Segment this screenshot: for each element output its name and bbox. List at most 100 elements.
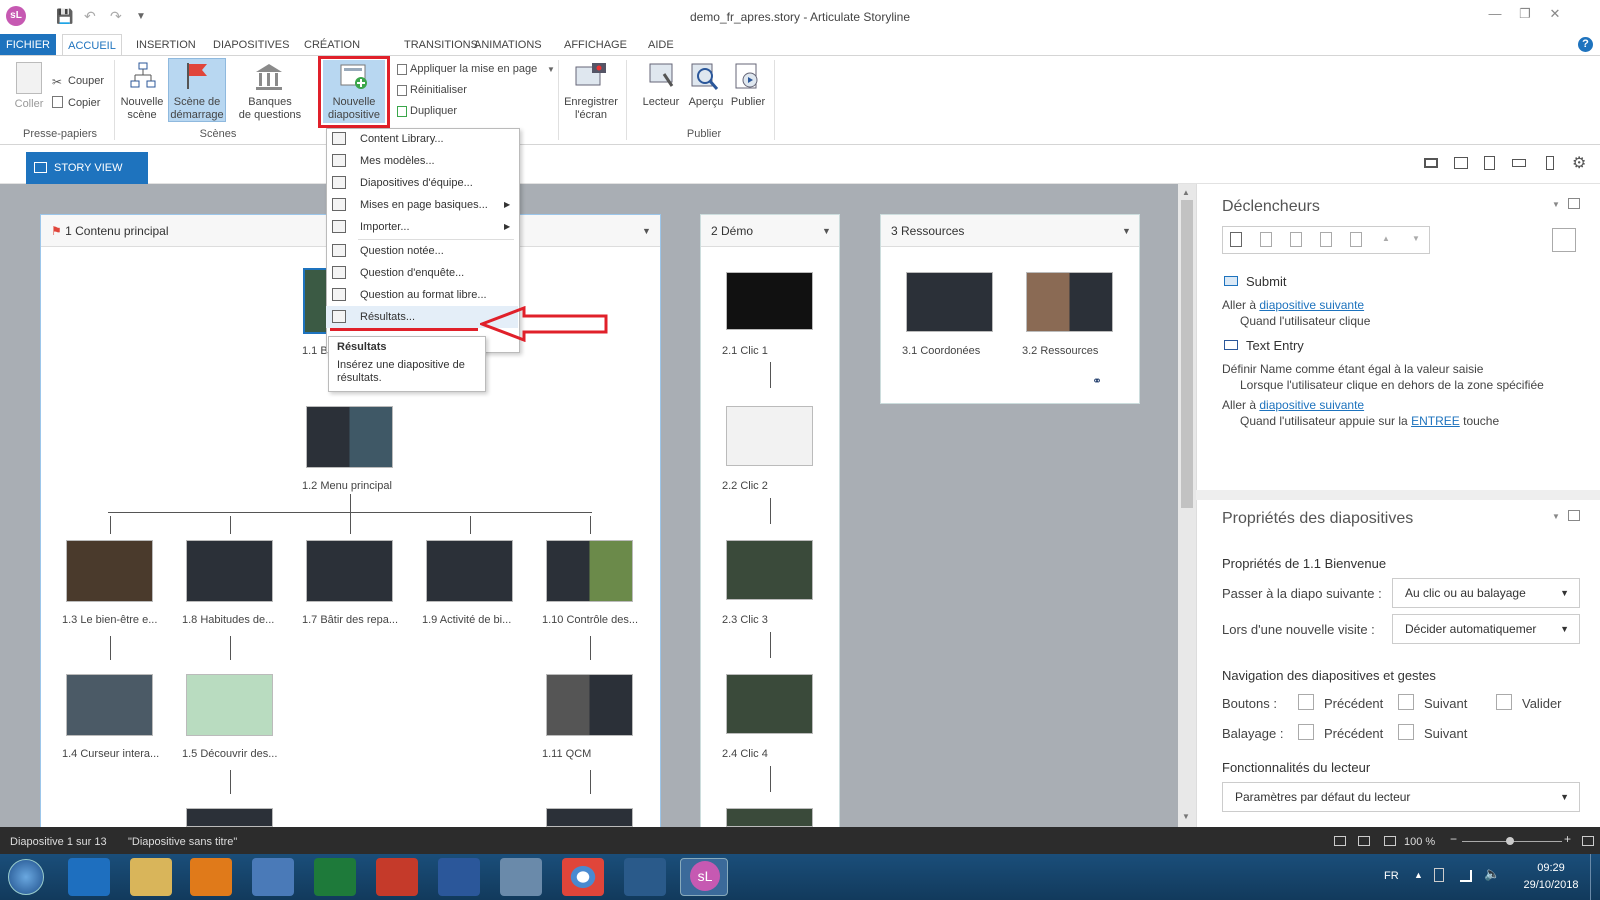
tray-arrow-icon[interactable]: ▲ [1414, 870, 1423, 880]
tab-creation[interactable]: CRÉATION [302, 34, 362, 56]
slide-thumb-3-2[interactable] [1026, 272, 1113, 332]
gear-icon[interactable]: ⚙ [1572, 153, 1586, 173]
menu-item-importer[interactable]: Importer... ▶ [326, 216, 518, 238]
tablet-landscape-icon[interactable] [1454, 157, 1468, 169]
panel-restore-icon[interactable] [1568, 510, 1580, 521]
coller-label[interactable]: Coller [10, 98, 48, 111]
story-view-status-icon[interactable] [1334, 836, 1346, 846]
menu-item-question-format-libre[interactable]: Question au format libre... [326, 284, 518, 306]
slide-thumb-1-7[interactable] [306, 540, 393, 602]
entree-link[interactable]: ENTREE [1411, 414, 1460, 428]
diapositive-suivante-link[interactable]: diapositive suivante [1259, 398, 1364, 412]
panel-collapse-icon[interactable]: ▼ [1552, 512, 1560, 521]
paint-icon[interactable] [500, 858, 542, 896]
lecteur-button[interactable]: Lecteur [638, 96, 684, 109]
clock-date[interactable]: 29/10/2018 [1516, 879, 1586, 891]
slide-thumb-partial[interactable] [546, 808, 633, 827]
slide-thumb-1-2[interactable] [306, 406, 393, 468]
phone-landscape-icon[interactable] [1512, 159, 1526, 167]
publier-button[interactable]: Publier [726, 96, 770, 109]
slide-label-2-2[interactable]: 2.2 Clic 2 [722, 480, 768, 492]
restore-icon[interactable]: ❐ [1514, 6, 1536, 22]
slide-thumb-1-10[interactable] [546, 540, 633, 602]
menu-item-diapositives-equipe[interactable]: Diapositives d'équipe... [326, 172, 518, 194]
scroll-down-icon[interactable]: ▼ [1182, 812, 1190, 821]
minimize-icon[interactable]: — [1484, 6, 1506, 21]
help-icon[interactable]: ? [1578, 37, 1593, 52]
valider-checkbox[interactable] [1496, 694, 1512, 710]
lecteur-dropdown[interactable]: Paramètres par défaut du lecteur ▼ [1222, 782, 1580, 812]
trigger-2-action[interactable]: Définir Name comme étant égal à la valeu… [1222, 362, 1483, 376]
tab-accueil[interactable]: ACCUEIL [62, 34, 122, 56]
dupliquer-button[interactable]: Dupliquer [410, 105, 457, 118]
slide-label-2-3[interactable]: 2.3 Clic 3 [722, 614, 768, 626]
reinitialiser-button[interactable]: Réinitialiser [410, 84, 467, 97]
media-player-icon[interactable] [190, 858, 232, 896]
precedent-checkbox[interactable] [1298, 694, 1314, 710]
edit-trigger-icon[interactable] [1260, 232, 1272, 247]
apercu-button[interactable]: Aperçu [684, 96, 728, 109]
slide-label-1-10[interactable]: 1.10 Contrôle des... [542, 614, 638, 626]
slide-thumb-1-5[interactable] [186, 674, 273, 736]
panel-collapse-icon[interactable]: ▼ [1552, 200, 1560, 209]
scrollbar-thumb[interactable] [1181, 200, 1193, 508]
menu-item-mes-modeles[interactable]: Mes modèles... [326, 150, 518, 172]
slide-thumb-partial[interactable] [186, 808, 273, 827]
chrome-icon[interactable] [562, 858, 604, 896]
slide-view-status-icon[interactable] [1384, 836, 1396, 846]
slide-label-1-3[interactable]: 1.3 Le bien-être e... [62, 614, 157, 626]
articulate-replay-icon[interactable] [624, 858, 666, 896]
volume-icon[interactable]: 🔈 [1484, 866, 1500, 882]
scene-menu-chevron-icon[interactable]: ▼ [822, 226, 831, 236]
slide-label-1-2[interactable]: 1.2 Menu principal [302, 480, 392, 492]
slide-label-2-1[interactable]: 2.1 Clic 1 [722, 345, 768, 357]
suivant-checkbox[interactable] [1398, 694, 1414, 710]
move-up-icon[interactable]: ▲ [1382, 234, 1390, 243]
slide-label-1-11[interactable]: 1.11 QCM [542, 748, 591, 760]
slide-label-1-9[interactable]: 1.9 Activité de bi... [422, 614, 511, 626]
slide-thumb-2-3[interactable] [726, 540, 813, 600]
appliquer-mise-en-page-button[interactable]: Appliquer la mise en page [410, 63, 537, 76]
panel-splitter[interactable] [1196, 490, 1600, 500]
slide-label-1-7[interactable]: 1.7 Bâtir des repa... [302, 614, 398, 626]
tablet-portrait-icon[interactable] [1484, 156, 1495, 170]
move-down-icon[interactable]: ▼ [1412, 234, 1420, 243]
trigger-3-line[interactable]: Aller à diapositive suivante [1222, 398, 1364, 412]
slide-label-3-1[interactable]: 3.1 Coordonées [902, 345, 980, 357]
copier-button[interactable]: Copier [68, 97, 100, 110]
action-center-icon[interactable] [1434, 868, 1444, 882]
slide-label-1-4[interactable]: 1.4 Curseur intera... [62, 748, 159, 760]
close-icon[interactable]: ✕ [1544, 6, 1566, 22]
trigger-variables-icon[interactable] [1552, 228, 1576, 252]
scroll-up-icon[interactable]: ▲ [1182, 188, 1190, 197]
slide-thumb-partial[interactable] [726, 808, 813, 827]
slide-label-1-1[interactable]: 1.1 B [302, 345, 328, 357]
slide-label-1-8[interactable]: 1.8 Habitudes de... [182, 614, 274, 626]
tab-insertion[interactable]: INSERTION [134, 34, 198, 56]
zoom-slider-thumb[interactable] [1506, 837, 1514, 845]
copy-trigger-icon[interactable] [1290, 232, 1302, 247]
language-indicator[interactable]: FR [1384, 870, 1399, 882]
fit-to-window-icon[interactable] [1582, 836, 1594, 846]
passer-dropdown[interactable]: Au clic ou au balayage ▼ [1392, 578, 1580, 608]
menu-item-question-notee[interactable]: Question notée... [326, 240, 518, 262]
paste-icon[interactable] [16, 62, 42, 94]
start-button[interactable] [8, 859, 44, 895]
powerpoint-icon[interactable] [376, 858, 418, 896]
tab-fichier[interactable]: FICHIER [0, 34, 56, 56]
slide-thumb-1-9[interactable] [426, 540, 513, 602]
slide-thumb-2-4[interactable] [726, 674, 813, 734]
couper-button[interactable]: Couper [68, 75, 104, 88]
diapositive-suivante-link[interactable]: diapositive suivante [1259, 298, 1364, 312]
file-explorer-icon[interactable] [130, 858, 172, 896]
normal-view-status-icon[interactable] [1358, 836, 1370, 846]
clock-time[interactable]: 09:29 [1528, 862, 1574, 874]
slide-label-1-5[interactable]: 1.5 Découvrir des... [182, 748, 277, 760]
trigger-object-text-entry[interactable]: Text Entry [1246, 338, 1304, 353]
tab-aide[interactable]: AIDE [646, 34, 676, 56]
tab-diapositives[interactable]: DIAPOSITIVES [211, 34, 291, 56]
chevron-down-icon[interactable]: ▼ [547, 65, 555, 74]
enregistrer-ecran-button[interactable]: Enregistrer l'écran [560, 96, 622, 122]
paste-trigger-icon[interactable] [1320, 232, 1332, 247]
excel-icon[interactable] [314, 858, 356, 896]
